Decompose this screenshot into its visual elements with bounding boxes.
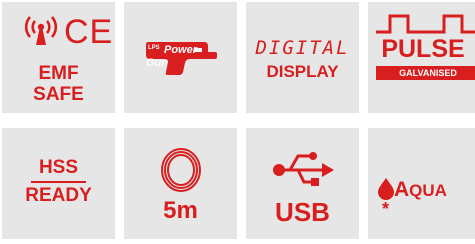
hss-ready-tile: HSS READY xyxy=(2,128,115,239)
feature-icon-grid: CE EMF SAFE LPS Power Gun DIGITAL DISPLA… xyxy=(0,0,475,244)
radio-waves-icon xyxy=(24,16,58,45)
digital-label: DIGITAL xyxy=(255,37,350,59)
display-label: DISPLAY xyxy=(266,62,339,81)
cable-length-label: 5m xyxy=(163,197,198,224)
emf-label: EMF xyxy=(38,63,79,84)
digital-display-tile: DIGITAL DISPLAY xyxy=(246,2,359,113)
aqua-asterisk: * xyxy=(382,199,390,219)
pulse-galvanised-tile: PULSE GALVANISED xyxy=(368,2,475,113)
cable-length-tile: 5m xyxy=(124,128,237,239)
hss-label: HSS xyxy=(38,157,79,178)
cable-coil-icon xyxy=(161,148,201,192)
pulse-waveform-icon xyxy=(376,14,475,34)
power-gun-tile: LPS Power Gun xyxy=(124,2,237,113)
ready-label: READY xyxy=(25,185,92,206)
usb-icon xyxy=(273,152,334,186)
ce-mark: CE xyxy=(64,13,114,51)
hss-divider xyxy=(31,181,86,183)
pulse-label: PULSE xyxy=(381,35,465,63)
gun-label: Gun xyxy=(146,57,168,69)
emf-safe-tile: CE EMF SAFE xyxy=(2,2,115,113)
usb-tile: USB xyxy=(246,128,359,239)
water-drop-icon xyxy=(378,178,394,200)
galvanised-label: GALVANISED xyxy=(399,68,457,78)
gun-brand-mark: LPS xyxy=(148,45,160,51)
usb-label: USB xyxy=(275,197,330,227)
safe-label: SAFE xyxy=(33,84,84,105)
power-label: Power xyxy=(164,44,198,56)
aqua-tile: AQUA * xyxy=(368,128,475,239)
aqua-label: AQUA xyxy=(394,178,447,201)
